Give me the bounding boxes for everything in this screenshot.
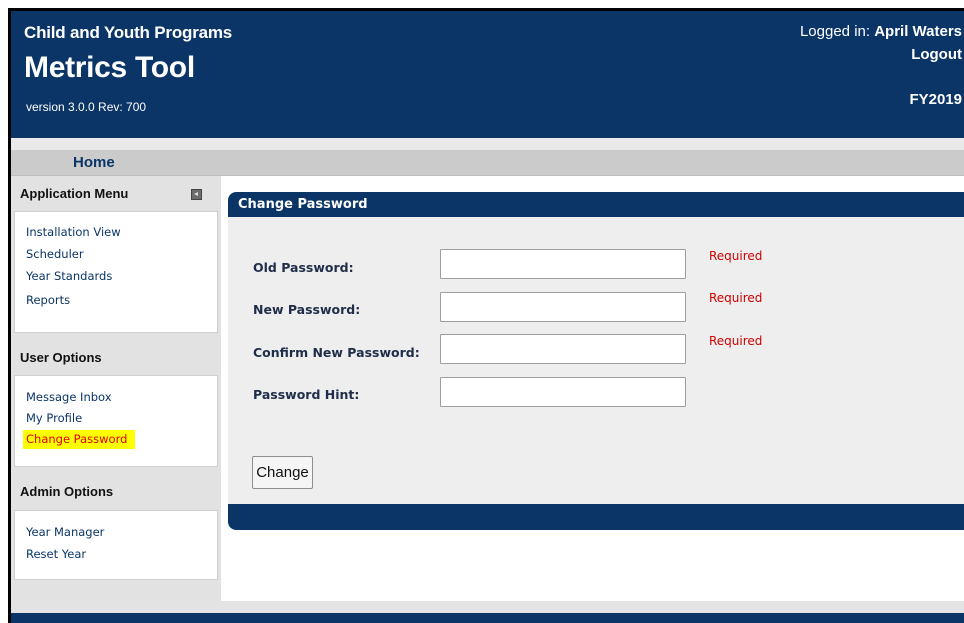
footer-bar [11, 613, 964, 623]
confirm-password-label: Confirm New Password: [253, 345, 420, 360]
logged-in-label: Logged in: [799, 23, 875, 40]
old-password-required: Required [709, 249, 763, 263]
password-hint-field[interactable] [440, 377, 686, 407]
confirm-password-field[interactable] [440, 334, 686, 364]
old-password-field[interactable] [440, 249, 686, 279]
admin-options-list: Year Manager Reset Year [14, 510, 218, 580]
fiscal-year: FY2019 [909, 91, 962, 108]
application-menu-list: Installation View Scheduler Year Standar… [14, 211, 218, 333]
change-password-panel: Change Password Old Password: Required N… [228, 192, 964, 530]
admin-options-title: Admin Options [20, 484, 114, 499]
menu-year-standards[interactable]: Year Standards [26, 269, 112, 283]
collapse-sidebar-icon[interactable] [191, 189, 202, 200]
menu-reports[interactable]: Reports [26, 293, 70, 307]
menu-year-manager[interactable]: Year Manager [26, 525, 104, 539]
panel-title: Change Password [238, 197, 368, 212]
menu-message-inbox[interactable]: Message Inbox [26, 390, 112, 404]
menu-my-profile[interactable]: My Profile [26, 411, 82, 425]
header-divider [11, 138, 964, 150]
nav-home-link[interactable]: Home [73, 154, 115, 171]
user-name: April Waters [874, 23, 962, 40]
app-title: Metrics Tool [24, 51, 195, 84]
menu-installation-view[interactable]: Installation View [26, 225, 121, 239]
footer-divider [11, 601, 964, 613]
application-menu-title: Application Menu [20, 186, 129, 201]
user-options-header: User Options [11, 340, 221, 374]
old-password-label: Old Password: [253, 260, 354, 275]
admin-options-header: Admin Options [11, 474, 221, 508]
menu-reset-year[interactable]: Reset Year [26, 547, 86, 561]
version-text: version 3.0.0 Rev: 700 [26, 100, 147, 114]
new-password-required: Required [709, 291, 763, 305]
menu-change-password[interactable]: Change Password [23, 430, 136, 449]
new-password-label: New Password: [253, 302, 361, 317]
menu-scheduler[interactable]: Scheduler [26, 247, 84, 261]
sidebar: Application Menu Installation View Sched… [11, 176, 221, 601]
password-hint-label: Password Hint: [253, 387, 360, 402]
logout-link[interactable]: Logout [911, 46, 962, 63]
org-name: Child and Youth Programs [24, 23, 233, 42]
user-options-list: Message Inbox My Profile Change Password [14, 375, 218, 467]
user-options-title: User Options [20, 350, 102, 365]
application-menu-header: Application Menu [11, 176, 221, 210]
new-password-field[interactable] [440, 292, 686, 322]
nav-bar: Home [11, 150, 964, 176]
header-banner: Child and Youth Programs Metrics Tool ve… [11, 11, 964, 138]
confirm-password-required: Required [709, 334, 763, 348]
change-button[interactable]: Change [252, 456, 313, 489]
login-status: Logged in: April Waters [800, 23, 962, 40]
panel-header: Change Password [228, 192, 964, 217]
app-window: Child and Youth Programs Metrics Tool ve… [8, 8, 964, 623]
panel-footer [228, 504, 964, 530]
